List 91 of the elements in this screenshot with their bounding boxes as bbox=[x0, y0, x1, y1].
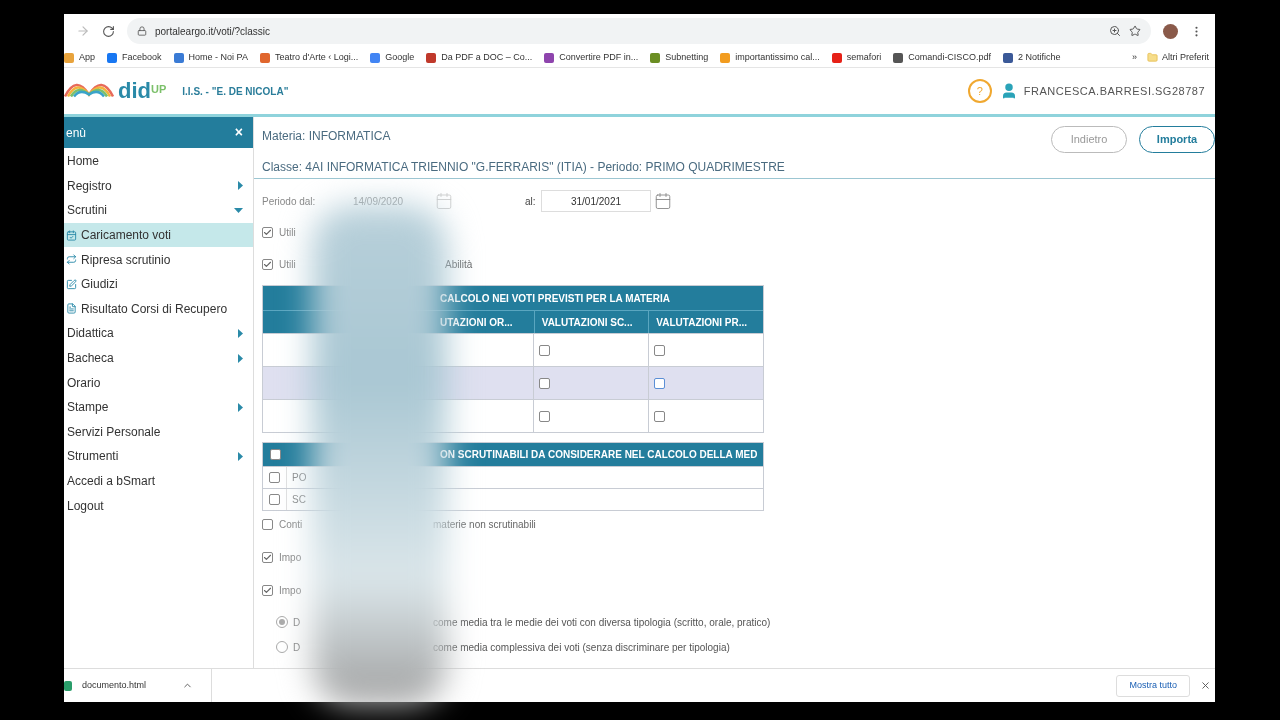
sidebar-title: enù bbox=[66, 124, 87, 142]
star-icon[interactable] bbox=[1129, 25, 1141, 37]
more-bookmarks[interactable]: » bbox=[1131, 50, 1137, 65]
bookmark[interactable]: App bbox=[64, 50, 95, 65]
caret-right-icon bbox=[238, 353, 243, 363]
checkbox[interactable] bbox=[654, 344, 666, 356]
caret-right-icon bbox=[238, 181, 243, 191]
address-bar[interactable]: portaleargo.it/voti/?classic bbox=[127, 18, 1151, 44]
close-button[interactable]: × bbox=[234, 122, 243, 143]
column-header: UTAZIONI OR... bbox=[439, 315, 514, 330]
zoom-icon[interactable] bbox=[1109, 25, 1121, 37]
option-label: Impo bbox=[279, 550, 303, 565]
checkbox[interactable] bbox=[262, 584, 273, 596]
checkbox[interactable] bbox=[269, 472, 280, 483]
checkbox[interactable] bbox=[539, 410, 551, 422]
sidebar-subitem[interactable]: Risultato Corsi di Recupero bbox=[64, 296, 253, 322]
subitem-icon bbox=[66, 229, 77, 241]
folder-icon bbox=[1147, 52, 1158, 63]
subject-title: Materia: INFORMATICA bbox=[262, 128, 392, 145]
bookmark[interactable]: Facebook bbox=[107, 50, 162, 65]
checkbox[interactable] bbox=[262, 551, 273, 563]
subitem-icon bbox=[66, 303, 77, 315]
checkbox[interactable] bbox=[269, 494, 280, 505]
sidebar-item[interactable]: Registro bbox=[64, 173, 253, 199]
sidebar-item[interactable]: Home bbox=[64, 149, 253, 174]
period-label: al: bbox=[525, 194, 537, 209]
sidebar-item[interactable]: Scrutini bbox=[64, 198, 253, 223]
checkbox[interactable] bbox=[654, 377, 666, 389]
radio-label: D bbox=[293, 640, 302, 655]
bookmark[interactable]: Teatro d'Arte ‹ Logi... bbox=[259, 50, 359, 65]
sidebar-item[interactable]: Logout bbox=[64, 493, 253, 518]
sidebar-item[interactable]: Stampe bbox=[64, 394, 253, 420]
sidebar-item[interactable]: Servizi Personale bbox=[64, 419, 253, 445]
download-item[interactable]: documento.html bbox=[82, 678, 147, 693]
bookmark[interactable]: importantissimo cal... bbox=[720, 50, 820, 65]
sidebar-item[interactable]: Bacheca bbox=[64, 345, 253, 371]
sidebar-item[interactable]: Didattica bbox=[64, 321, 253, 346]
checkbox[interactable] bbox=[539, 377, 551, 389]
checkbox[interactable] bbox=[262, 259, 273, 270]
logo-text: did$^{UP}$ bbox=[118, 80, 167, 102]
table-cell-text: SC bbox=[292, 493, 306, 507]
option-label: Utili bbox=[279, 226, 297, 240]
sidebar-item[interactable]: Strumenti bbox=[64, 444, 253, 469]
subitem-icon bbox=[66, 278, 77, 290]
table-title: ON SCRUTINABILI DA CONSIDERARE NEL CALCOLO DELLA MED bbox=[440, 448, 758, 462]
checkbox[interactable] bbox=[262, 227, 273, 238]
checkbox[interactable] bbox=[262, 518, 273, 530]
sidebar-item[interactable]: Orario bbox=[64, 370, 253, 395]
forward-icon[interactable] bbox=[76, 24, 90, 38]
option-label: Abilità bbox=[445, 258, 473, 272]
date-field[interactable]: 31/01/2021 bbox=[541, 190, 651, 212]
subitem-icon bbox=[66, 254, 77, 266]
bookmark[interactable]: Da PDF a DOC – Co... bbox=[426, 50, 533, 65]
period-label: Periodo dal: bbox=[262, 194, 317, 209]
caret-right-icon bbox=[238, 402, 243, 412]
bookmark[interactable]: Google bbox=[370, 50, 415, 65]
sidebar-item[interactable]: Accedi a bSmart bbox=[64, 468, 253, 494]
sidebar-subitem[interactable]: Caricamento voti bbox=[64, 222, 253, 248]
file-icon bbox=[64, 680, 72, 691]
sidebar-subitem[interactable]: Ripresa scrutinio bbox=[64, 247, 253, 272]
caret-down-icon bbox=[234, 208, 243, 213]
radio-label: D bbox=[293, 615, 302, 630]
bookmark[interactable]: Home - Noi PA bbox=[173, 50, 248, 65]
sidebar-subitem[interactable]: Giudizi bbox=[64, 271, 253, 297]
bookmark[interactable]: Convertire PDF in... bbox=[544, 50, 639, 65]
reload-icon[interactable] bbox=[102, 24, 115, 38]
caret-right-icon bbox=[238, 451, 243, 461]
option-label: Conti bbox=[279, 517, 304, 532]
bookmark[interactable]: Comandi-CISCO.pdf bbox=[893, 50, 991, 65]
bookmark[interactable]: 2 Notifiche bbox=[1002, 50, 1061, 65]
bookmark[interactable]: Altri Preferit bbox=[1162, 50, 1209, 65]
class-title: Classe: 4AI INFORMATICA TRIENNIO "G.FERRARIS" (ITIA) - Periodo: PRIMO QUADRIMESTRE bbox=[262, 159, 785, 176]
option-label: Impo bbox=[279, 583, 303, 598]
checkbox[interactable] bbox=[539, 344, 551, 356]
table-cell-text: PO bbox=[292, 471, 307, 485]
avatar[interactable] bbox=[1163, 23, 1178, 39]
bookmark[interactable]: semafori bbox=[831, 50, 882, 65]
checkbox[interactable] bbox=[269, 449, 281, 460]
option-label: Utili bbox=[279, 258, 297, 272]
radio-button[interactable] bbox=[276, 616, 288, 628]
user-name[interactable]: FRANCESCA.BARRESI.SG28787 bbox=[1023, 82, 1205, 100]
show-all-button[interactable]: Mostra tutto bbox=[1116, 674, 1190, 697]
close-icon[interactable] bbox=[1200, 680, 1211, 691]
lock-icon bbox=[137, 26, 147, 36]
calendar-icon[interactable] bbox=[654, 192, 672, 210]
bookmark[interactable]: Subnetting bbox=[650, 50, 709, 65]
checkbox[interactable] bbox=[654, 410, 666, 422]
caret-right-icon bbox=[238, 328, 243, 338]
action-button[interactable]: Importa bbox=[1139, 126, 1215, 153]
radio-button[interactable] bbox=[276, 641, 288, 653]
school-name: I.I.S. - "E. DE NICOLA" bbox=[182, 84, 289, 99]
